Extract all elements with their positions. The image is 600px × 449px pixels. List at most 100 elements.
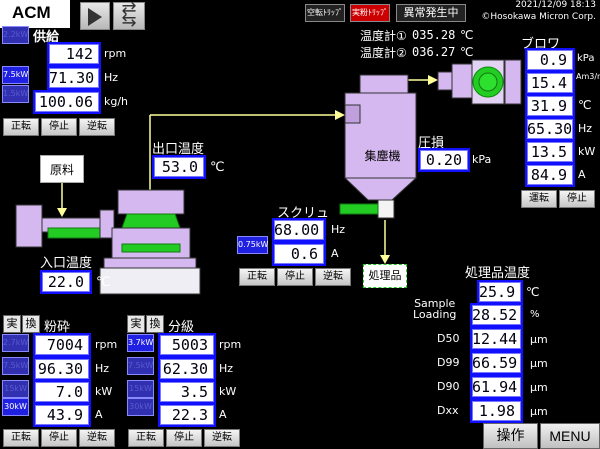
swap-button[interactable]: ⇄ ⇆ xyxy=(113,0,145,31)
classifier-kw-unit: kW xyxy=(219,385,237,398)
thermo-1-label: 温度計① xyxy=(360,29,407,43)
result-value-d50: 12.44 xyxy=(470,327,523,351)
blower-hz-value: 65.30 xyxy=(525,117,575,141)
feed-hz-unit: Hz xyxy=(104,71,119,84)
menu-button[interactable]: MENU xyxy=(540,423,600,449)
mill-shape xyxy=(99,189,201,295)
blower-temp-value: 31.9 xyxy=(525,94,575,118)
screw-stop-button[interactable]: 停止 xyxy=(277,268,313,286)
screw-reverse-button[interactable]: 逆転 xyxy=(315,268,351,286)
result-unit-d50: μm xyxy=(530,333,548,346)
screw-hz-unit: Hz xyxy=(331,223,346,236)
mill-kw-4[interactable]: 30kW xyxy=(2,398,29,416)
mill-rpm-unit: rpm xyxy=(95,338,118,351)
classifier-hz-value: 62.30 xyxy=(158,357,216,381)
datetime: 2021/12/09 18:13 xyxy=(515,0,596,10)
mill-kw-2[interactable]: 7.5kW xyxy=(2,357,29,375)
classifier-a-value: 22.3 xyxy=(158,403,216,427)
mill-reverse-button[interactable]: 逆転 xyxy=(79,429,115,447)
pressure-loss-value: 0.20 xyxy=(418,148,470,172)
classifier-rpm-value: 5003 xyxy=(158,333,216,357)
result-value-dxx: 1.98 xyxy=(470,399,523,423)
outlet-temp-unit: ℃ xyxy=(210,160,225,175)
copyright: ©Hosokawa Micron Corp. xyxy=(481,12,596,22)
mill-rpm-value: 7004 xyxy=(33,333,91,357)
blower-a-unit: A xyxy=(578,168,586,181)
classifier-a-unit: A xyxy=(219,408,227,421)
alarm-powder-trip[interactable]: 実粉ﾄﾘｯﾌﾟ xyxy=(350,4,390,22)
result-unit-d99: μm xyxy=(530,357,548,370)
feed-rpm-value: 142 xyxy=(47,42,101,66)
inlet-temp-unit: ℃ xyxy=(96,275,111,290)
classifier-mode-actual[interactable]: 実 xyxy=(127,315,145,333)
classifier-kw-value: 3.5 xyxy=(158,380,216,404)
alarm-error-indicator[interactable]: 異常発生中 xyxy=(396,4,466,22)
product-temp-label: 処理品温度 xyxy=(465,266,531,281)
screw-a-value: 0.6 xyxy=(272,242,326,266)
feed-stop-button[interactable]: 停止 xyxy=(41,118,77,136)
inlet-temp-value: 22.0 xyxy=(40,270,92,294)
mill-stop-button[interactable]: 停止 xyxy=(41,429,77,447)
mill-kw-value: 7.0 xyxy=(33,380,91,404)
result-label-dxx: Dxx xyxy=(437,404,459,417)
mill-mode-convert[interactable]: 換 xyxy=(22,315,40,333)
feed-kw-2[interactable]: 7.5kW xyxy=(2,66,29,84)
classifier-kw-2[interactable]: 7.5kW xyxy=(127,357,154,375)
pressure-loss-unit: kPa xyxy=(472,153,492,166)
mill-forward-button[interactable]: 正転 xyxy=(3,429,39,447)
mill-hz-unit: Hz xyxy=(95,362,110,375)
swap-arrows-icon: ⇄ ⇆ xyxy=(121,0,137,31)
thermo-2-value: 036.27 xyxy=(412,45,456,59)
screw-hz-value: 68.00 xyxy=(272,218,326,242)
result-label-d50: D50 xyxy=(437,332,460,345)
feed-reverse-button[interactable]: 逆転 xyxy=(79,118,115,136)
result-value-sample: 28.52 xyxy=(470,303,523,327)
classifier-stop-button[interactable]: 停止 xyxy=(166,429,202,447)
classifier-mode-convert[interactable]: 換 xyxy=(146,315,164,333)
blower-flow-unit: Am3/min xyxy=(576,72,600,81)
classifier-kw-4[interactable]: 30kW xyxy=(127,398,154,416)
feed-kw-1[interactable]: 2.2kW xyxy=(2,26,29,44)
classifier-hz-unit: Hz xyxy=(219,362,234,375)
mill-kw-unit: kW xyxy=(95,385,113,398)
blower-hz-unit: Hz xyxy=(578,122,593,135)
blower-kw-unit: kW xyxy=(578,145,596,158)
mill-mode-actual[interactable]: 実 xyxy=(3,315,21,333)
mill-kw-3[interactable]: 15kW xyxy=(2,380,29,398)
blower-run-button[interactable]: 運転 xyxy=(521,190,557,208)
blower-stop-button[interactable]: 停止 xyxy=(559,190,595,208)
collector-label: 集塵機 xyxy=(364,149,401,163)
blower-kpa-value: 0.9 xyxy=(525,48,575,72)
screw-kw[interactable]: 0.75kW xyxy=(237,236,268,254)
mill-kw-1[interactable]: 2.7kW xyxy=(2,334,29,352)
play-button[interactable] xyxy=(80,2,110,30)
thermo-2-unit: ℃ xyxy=(460,45,474,59)
blower-kpa-unit: kPa xyxy=(577,53,595,64)
feed-forward-button[interactable]: 正転 xyxy=(3,118,39,136)
blower-temp-unit: ℃ xyxy=(578,98,592,112)
outlet-temp-value: 53.0 xyxy=(152,155,206,179)
feed-hz-value: 71.30 xyxy=(47,66,101,90)
result-label-d99: D99 xyxy=(437,356,460,369)
blower-shape xyxy=(437,59,522,105)
classifier-kw-1[interactable]: 3.7kW xyxy=(127,334,154,352)
product-label: 処理品 xyxy=(363,264,407,288)
blower-flow-value: 15.4 xyxy=(525,71,575,95)
alarm-idle-trip[interactable]: 空転ﾄﾘｯﾌﾟ xyxy=(305,4,345,22)
classifier-reverse-button[interactable]: 逆転 xyxy=(204,429,240,447)
screw-conveyor-shape xyxy=(339,203,379,215)
classifier-forward-button[interactable]: 正転 xyxy=(128,429,164,447)
result-value-d90: 61.94 xyxy=(470,375,523,399)
product-temp-value: 25.9 xyxy=(477,280,523,304)
mill-hz-value: 96.30 xyxy=(33,357,91,381)
result-unit-d90: μm xyxy=(530,381,548,394)
result-unit-dxx: μm xyxy=(530,405,548,418)
inlet-temp-label: 入口温度 xyxy=(40,256,93,271)
mill-a-value: 43.9 xyxy=(33,403,91,427)
classifier-kw-3[interactable]: 15kW xyxy=(127,380,154,398)
operate-button[interactable]: 操作 xyxy=(483,423,538,449)
screw-forward-button[interactable]: 正転 xyxy=(239,268,275,286)
feed-rpm-unit: rpm xyxy=(104,47,127,60)
mill-a-unit: A xyxy=(95,408,103,421)
feed-kw-3[interactable]: 1.5kW xyxy=(2,85,29,103)
